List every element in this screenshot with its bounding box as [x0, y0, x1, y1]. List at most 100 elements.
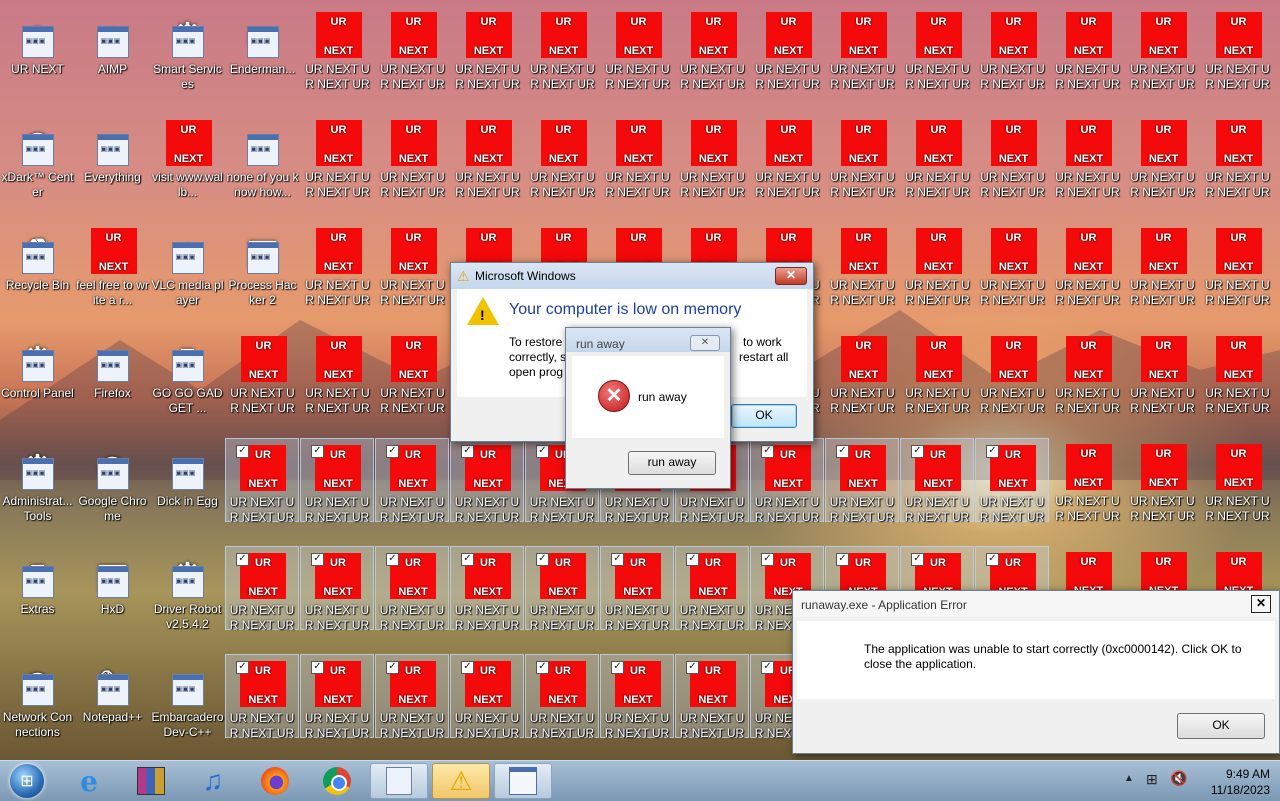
- ur-next-desktop-icon[interactable]: UR NEXT UR NEXT UR NEXT UR ...: [1125, 6, 1200, 114]
- ur-next-desktop-icon[interactable]: UR NEXT UR NEXT UR NEXT UR ...: [900, 6, 975, 114]
- app-error-close-button[interactable]: ✕: [1251, 595, 1271, 613]
- ur-next-desktop-icon[interactable]: UR NEXT UR NEXT UR NEXT UR ...: [1050, 222, 1125, 330]
- taskbar-music[interactable]: ♫: [184, 763, 242, 799]
- ur-next-desktop-icon[interactable]: URNEXT✓UR NEXT UR NEXT UR ...: [825, 438, 899, 524]
- ur-next-desktop-icon[interactable]: URNEXT✓UR NEXT UR NEXT UR ...: [225, 546, 299, 632]
- selection-checkbox[interactable]: ✓: [611, 553, 624, 566]
- ur-next-desktop-icon[interactable]: URNEXT✓UR NEXT UR NEXT UR ...: [450, 546, 524, 632]
- desktop-icon[interactable]: ◕ Firefox: [75, 330, 150, 438]
- desktop-icon[interactable]: ◐none of you know how...: [225, 114, 300, 222]
- desktop-icon[interactable]: ▲VLC media player: [150, 222, 225, 330]
- ur-next-desktop-icon[interactable]: UR NEXT UR NEXT UR NEXT UR ...: [300, 330, 375, 438]
- selection-checkbox[interactable]: ✓: [761, 661, 774, 674]
- ur-next-desktop-icon[interactable]: URNEXT✓UR NEXT UR NEXT UR ...: [675, 654, 749, 740]
- ur-next-desktop-icon[interactable]: UR NEXT UR NEXT UR NEXT UR ...: [1050, 330, 1125, 438]
- selection-checkbox[interactable]: ✓: [761, 553, 774, 566]
- ur-next-desktop-icon[interactable]: UR NEXT UR NEXT UR NEXT UR ...: [375, 114, 450, 222]
- ur-next-desktop-icon[interactable]: UR NEXT UR NEXT UR NEXT UR ...: [300, 114, 375, 222]
- ur-next-desktop-icon[interactable]: UR NEXT UR NEXT UR NEXT UR ...: [675, 6, 750, 114]
- ur-next-desktop-icon[interactable]: URNEXT✓UR NEXT UR NEXT UR ...: [750, 438, 824, 524]
- desktop-icon[interactable]: ▤Process Hacker 2: [225, 222, 300, 330]
- ur-next-desktop-icon[interactable]: UR NEXT UR NEXT UR NEXT UR ...: [225, 330, 300, 438]
- selection-checkbox[interactable]: ✓: [911, 445, 924, 458]
- desktop-icon[interactable]: ✎ Notepad++: [75, 654, 150, 762]
- selection-checkbox[interactable]: ✓: [536, 661, 549, 674]
- desktop-icon[interactable]: ⚙ Control Panel: [0, 330, 75, 438]
- ur-next-desktop-icon[interactable]: UR NEXT UR NEXT UR NEXT UR ...: [750, 6, 825, 114]
- desktop-icon[interactable]: ☺ UR NEXT: [0, 6, 75, 114]
- selection-checkbox[interactable]: ✓: [386, 445, 399, 458]
- ur-next-desktop-icon[interactable]: URNEXT✓UR NEXT UR NEXT UR ...: [300, 654, 374, 740]
- selection-checkbox[interactable]: ✓: [461, 661, 474, 674]
- selection-checkbox[interactable]: ✓: [911, 553, 924, 566]
- ur-next-desktop-icon[interactable]: UR NEXT UR NEXT UR NEXT UR ...: [975, 6, 1050, 114]
- selection-checkbox[interactable]: ✓: [986, 553, 999, 566]
- low-memory-ok-button[interactable]: OK: [731, 404, 797, 428]
- ur-next-desktop-icon[interactable]: UR NEXT UR NEXT UR NEXT UR ...: [1125, 438, 1200, 546]
- desktop-icon[interactable]: ▦ HxD: [75, 546, 150, 654]
- low-memory-titlebar[interactable]: ⚠ Microsoft Windows ✕: [451, 263, 813, 289]
- ur-next-desktop-icon[interactable]: UR NEXT UR NEXT UR NEXT UR ...: [1050, 114, 1125, 222]
- ur-next-desktop-icon[interactable]: UR NEXT UR NEXT UR NEXT UR ...: [375, 222, 450, 330]
- taskbar-document-window[interactable]: [494, 763, 552, 799]
- selection-checkbox[interactable]: ✓: [236, 445, 249, 458]
- run-away-close-button[interactable]: ✕: [690, 335, 720, 351]
- taskbar-firefox[interactable]: [246, 763, 304, 799]
- desktop-icon[interactable]: ◎Google Chrome: [75, 438, 150, 546]
- ur-next-desktop-icon[interactable]: URNEXT✓UR NEXT UR NEXT UR ...: [450, 654, 524, 740]
- ur-next-desktop-icon[interactable]: UR NEXT UR NEXT UR NEXT UR ...: [1200, 222, 1275, 330]
- ur-next-desktop-icon[interactable]: URNEXT✓UR NEXT UR NEXT UR ...: [525, 654, 599, 740]
- ur-next-desktop-icon[interactable]: URNEXT✓UR NEXT UR NEXT UR ...: [900, 438, 974, 524]
- ur-next-desktop-icon[interactable]: UR NEXT UR NEXT UR NEXT UR ...: [300, 222, 375, 330]
- ur-next-desktop-icon[interactable]: UR NEXT UR NEXT UR NEXT UR ...: [975, 330, 1050, 438]
- desktop-icon[interactable]: ▮GO GO GADGET ...: [150, 330, 225, 438]
- run-away-button[interactable]: run away: [628, 451, 716, 475]
- ur-next-desktop-icon[interactable]: UR NEXT UR NEXT UR NEXT UR ...: [900, 330, 975, 438]
- ur-next-desktop-icon[interactable]: UR NEXT UR NEXT UR NEXT UR ...: [975, 222, 1050, 330]
- ur-next-desktop-icon[interactable]: UR NEXT UR NEXT UR NEXT UR ...: [525, 6, 600, 114]
- selection-checkbox[interactable]: ✓: [311, 661, 324, 674]
- desktop-icon[interactable]: ◍Network Connections: [0, 654, 75, 762]
- desktop-icon[interactable]: ▮ Extras: [0, 546, 75, 654]
- ur-next-desktop-icon[interactable]: UR NEXT UR NEXT UR NEXT UR ...: [825, 114, 900, 222]
- desktop-icon[interactable]: ⚙Driver Robot v2.5.4.2: [150, 546, 225, 654]
- ur-next-desktop-icon[interactable]: UR NEXT UR NEXT UR NEXT UR ...: [375, 6, 450, 114]
- ur-next-desktop-icon[interactable]: URNEXT✓UR NEXT UR NEXT UR ...: [300, 438, 374, 524]
- desktop-icon[interactable]: ◉xDark™ Center: [0, 114, 75, 222]
- desktop-icon[interactable]: ▲ AIMP: [75, 6, 150, 114]
- ur-next-desktop-icon[interactable]: UR NEXT UR NEXT UR NEXT UR ...: [1050, 438, 1125, 546]
- desktop-icon[interactable]: ◔ Dick in Egg: [150, 438, 225, 546]
- ur-next-desktop-icon[interactable]: UR NEXT UR NEXT UR NEXT UR ...: [675, 114, 750, 222]
- start-button[interactable]: ⊞: [2, 763, 52, 799]
- selection-checkbox[interactable]: ✓: [686, 553, 699, 566]
- ur-next-desktop-icon[interactable]: URNEXT✓UR NEXT UR NEXT UR ...: [225, 438, 299, 524]
- ur-next-desktop-icon[interactable]: UR NEXT UR NEXT UR NEXT UR ...: [525, 114, 600, 222]
- selection-checkbox[interactable]: ✓: [386, 661, 399, 674]
- selection-checkbox[interactable]: ✓: [836, 553, 849, 566]
- taskbar-chrome[interactable]: [308, 763, 366, 799]
- ur-next-desktop-icon[interactable]: URNEXT✓UR NEXT UR NEXT UR ...: [375, 438, 449, 524]
- selection-checkbox[interactable]: ✓: [386, 553, 399, 566]
- taskbar-internet-explorer[interactable]: e: [60, 763, 118, 799]
- ur-next-desktop-icon[interactable]: URNEXT✓UR NEXT UR NEXT UR ...: [375, 654, 449, 740]
- desktop-icon[interactable]: UR NEXT visit www.wallb...: [150, 114, 225, 222]
- selection-checkbox[interactable]: ✓: [686, 661, 699, 674]
- ur-next-desktop-icon[interactable]: UR NEXT UR NEXT UR NEXT UR ...: [900, 222, 975, 330]
- taskbar-warning-window[interactable]: ⚠: [432, 763, 490, 799]
- selection-checkbox[interactable]: ✓: [986, 445, 999, 458]
- desktop-icon[interactable]: ●Embarcadero Dev-C++: [150, 654, 225, 762]
- ur-next-desktop-icon[interactable]: UR NEXT UR NEXT UR NEXT UR ...: [825, 330, 900, 438]
- ur-next-desktop-icon[interactable]: UR NEXT UR NEXT UR NEXT UR ...: [1125, 222, 1200, 330]
- ur-next-desktop-icon[interactable]: UR NEXT UR NEXT UR NEXT UR ...: [975, 114, 1050, 222]
- selection-checkbox[interactable]: ✓: [461, 445, 474, 458]
- run-away-titlebar[interactable]: run away ✕: [566, 328, 730, 352]
- desktop-icon[interactable]: ▭ Enderman...: [225, 6, 300, 114]
- ur-next-desktop-icon[interactable]: URNEXT✓UR NEXT UR NEXT UR ...: [600, 654, 674, 740]
- selection-checkbox[interactable]: ✓: [311, 553, 324, 566]
- ur-next-desktop-icon[interactable]: UR NEXT UR NEXT UR NEXT UR ...: [750, 114, 825, 222]
- desktop-icon[interactable]: UR NEXT feel free to write a r...: [75, 222, 150, 330]
- selection-checkbox[interactable]: ✓: [536, 553, 549, 566]
- ur-next-desktop-icon[interactable]: UR NEXT UR NEXT UR NEXT UR ...: [1200, 330, 1275, 438]
- selection-checkbox[interactable]: ✓: [836, 445, 849, 458]
- ur-next-desktop-icon[interactable]: UR NEXT UR NEXT UR NEXT UR ...: [375, 330, 450, 438]
